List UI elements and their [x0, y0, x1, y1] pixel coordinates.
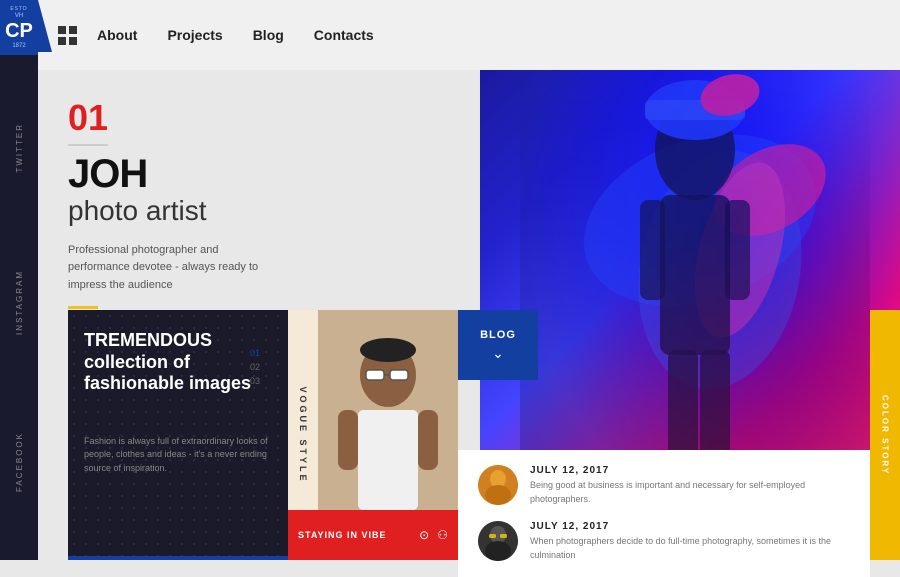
blog-post-2-date: JULY 12, 2017 — [530, 521, 850, 532]
nav-about[interactable]: About — [97, 27, 137, 43]
hero-accent-line — [68, 306, 98, 309]
logo-year: 1872 — [4, 43, 34, 49]
nav-projects[interactable]: Projects — [167, 27, 222, 43]
blog-post-2-text: When photographers decide to do full-tim… — [530, 535, 850, 562]
blog-post-1-text: Being good at business is important and … — [530, 479, 850, 506]
instagram-label[interactable]: INSTAGRAM — [15, 262, 24, 343]
hero-description: Professional photographer and performanc… — [68, 242, 268, 295]
hero-section: 01 JOH photo artist Professional photogr… — [38, 70, 900, 560]
grid-cell-4 — [69, 37, 77, 45]
yellow-strip: COLOR STORY — [870, 310, 900, 560]
blog-area: BLOG ⌄ JULY 12, 2017 Being good a — [458, 310, 870, 560]
blog-post-2: JULY 12, 2017 When photographers decide … — [478, 521, 850, 562]
blog-avatar-2 — [478, 521, 518, 561]
blog-btn-arrow: ⌄ — [492, 345, 504, 362]
logo[interactable]: ESTD VH CP 1872 — [0, 0, 38, 55]
nav-contacts[interactable]: Contacts — [314, 27, 374, 43]
blog-post-2-content: JULY 12, 2017 When photographers decide … — [530, 521, 850, 562]
blog-avatar-1 — [478, 465, 518, 505]
counter-2: 02 — [250, 362, 260, 372]
photo-image — [318, 310, 458, 510]
twitter-label[interactable]: TWITTER — [15, 115, 24, 181]
blog-post-1-content: JULY 12, 2017 Being good at business is … — [530, 465, 850, 506]
bottom-area: TREMENDOUS collection of fashionable ima… — [68, 310, 900, 560]
blog-posts: JULY 12, 2017 Being good at business is … — [458, 450, 870, 577]
card-dark-desc: Fashion is always full of extraordinary … — [84, 435, 272, 476]
main-nav: About Projects Blog Contacts — [97, 27, 374, 43]
hero-divider — [68, 144, 108, 146]
grid-cell-2 — [69, 26, 77, 34]
header: About Projects Blog Contacts — [38, 0, 900, 70]
blog-post-1-date: JULY 12, 2017 — [530, 465, 850, 476]
hero-name: JOH — [68, 154, 388, 194]
counter-3: 03 — [250, 376, 260, 386]
card-photo: VOGUE STYLE — [288, 310, 458, 560]
logo-estd: ESTD — [4, 6, 34, 12]
photo-figure — [318, 310, 458, 510]
staying-in-vibe-text: STAYING IN VIBE — [298, 530, 411, 540]
card-blue-bar — [68, 556, 288, 560]
triangle-decoration — [38, 0, 52, 52]
card-counter: 01 02 03 — [250, 348, 260, 386]
blog-btn-label: BLOG — [480, 329, 516, 341]
vogue-label: VOGUE STYLE — [298, 386, 308, 483]
nav-blog[interactable]: Blog — [253, 27, 284, 43]
hero-title: photo artist — [68, 194, 388, 228]
blog-button[interactable]: BLOG ⌄ — [458, 310, 538, 380]
grid-icon[interactable] — [58, 26, 77, 45]
facebook-label[interactable]: FACEBOOK — [15, 424, 24, 500]
blog-post-1: JULY 12, 2017 Being good at business is … — [478, 465, 850, 506]
card-dark-title: TREMENDOUS collection of fashionable ima… — [84, 330, 272, 395]
counter-1: 01 — [250, 348, 260, 358]
logo-vh: VH — [4, 13, 34, 19]
logo-cp: CP — [4, 21, 34, 41]
card-photo-bottom: STAYING IN VIBE ⊙ ⚇ — [288, 510, 458, 560]
info-icon[interactable]: ⊙ — [419, 528, 429, 542]
hero-content: 01 JOH photo artist Professional photogr… — [68, 100, 388, 309]
grid-cell-3 — [58, 37, 66, 45]
card-dark: TREMENDOUS collection of fashionable ima… — [68, 310, 288, 560]
card-dark-content: TREMENDOUS collection of fashionable ima… — [84, 330, 272, 475]
social-labels: TWITTER INSTAGRAM FACEBOOK — [15, 55, 24, 560]
grid-cell-1 — [58, 26, 66, 34]
link-icon[interactable]: ⚇ — [437, 528, 448, 542]
yellow-strip-text: COLOR STORY — [881, 395, 890, 475]
left-sidebar: ESTD VH CP 1872 TWITTER INSTAGRAM FACEBO… — [0, 0, 38, 560]
hero-number: 01 — [68, 100, 388, 136]
